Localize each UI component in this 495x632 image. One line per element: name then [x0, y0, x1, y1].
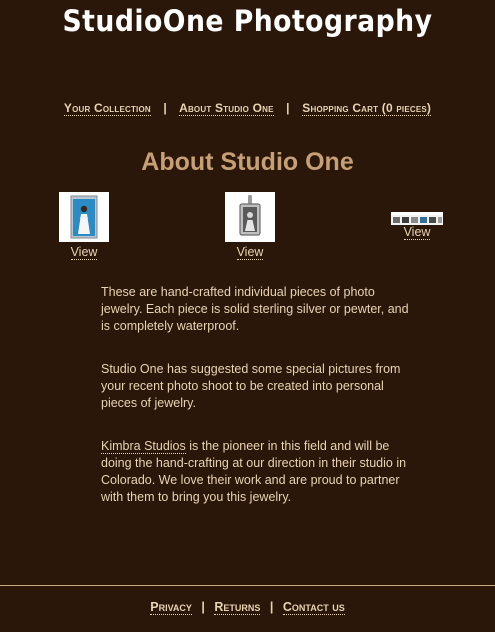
footer-navigation: Privacy | Returns | Contact us [0, 600, 495, 615]
about-paragraph: These are hand-crafted individual pieces… [101, 285, 409, 333]
product-item: View [224, 192, 276, 261]
about-paragraph: Studio One has suggested some special pi… [101, 362, 401, 410]
product-thumbnail-bride[interactable] [59, 192, 109, 242]
silver-pendant-image [225, 192, 275, 242]
footer-returns-link[interactable]: Returns [214, 600, 261, 615]
product-thumbnail-bracelet[interactable] [391, 212, 443, 225]
product-item: View [58, 192, 110, 261]
view-link[interactable]: View [70, 246, 98, 260]
photo-bracelet-image [391, 215, 443, 225]
nav-shopping-cart-link[interactable]: Shopping Cart (0 pieces) [302, 101, 432, 116]
view-link[interactable]: View [403, 226, 431, 240]
view-link[interactable]: View [236, 246, 264, 260]
about-paragraph: Kimbra Studios is the pioneer in this fi… [101, 438, 411, 506]
kimbra-studios-link[interactable]: Kimbra Studios [101, 439, 186, 454]
footer-separator: | [269, 600, 274, 614]
footer-divider [0, 585, 495, 586]
product-item: View [390, 212, 444, 241]
nav-separator: | [286, 101, 290, 115]
site-title: StudioOne Photography [62, 4, 433, 38]
footer-contact-us-link[interactable]: Contact us [282, 600, 345, 615]
bride-photo-pendant-image [59, 192, 109, 242]
top-navigation: Your Collection | About Studio One | Sho… [0, 101, 495, 116]
product-thumbnail-pendant[interactable] [225, 192, 275, 242]
nav-about-studio-one-link[interactable]: About Studio One [179, 101, 274, 116]
nav-separator: | [163, 101, 167, 115]
nav-your-collection-link[interactable]: Your Collection [63, 101, 151, 116]
page-heading: About Studio One [141, 148, 354, 176]
footer-separator: | [201, 600, 205, 614]
footer-privacy-link[interactable]: Privacy [150, 600, 192, 615]
